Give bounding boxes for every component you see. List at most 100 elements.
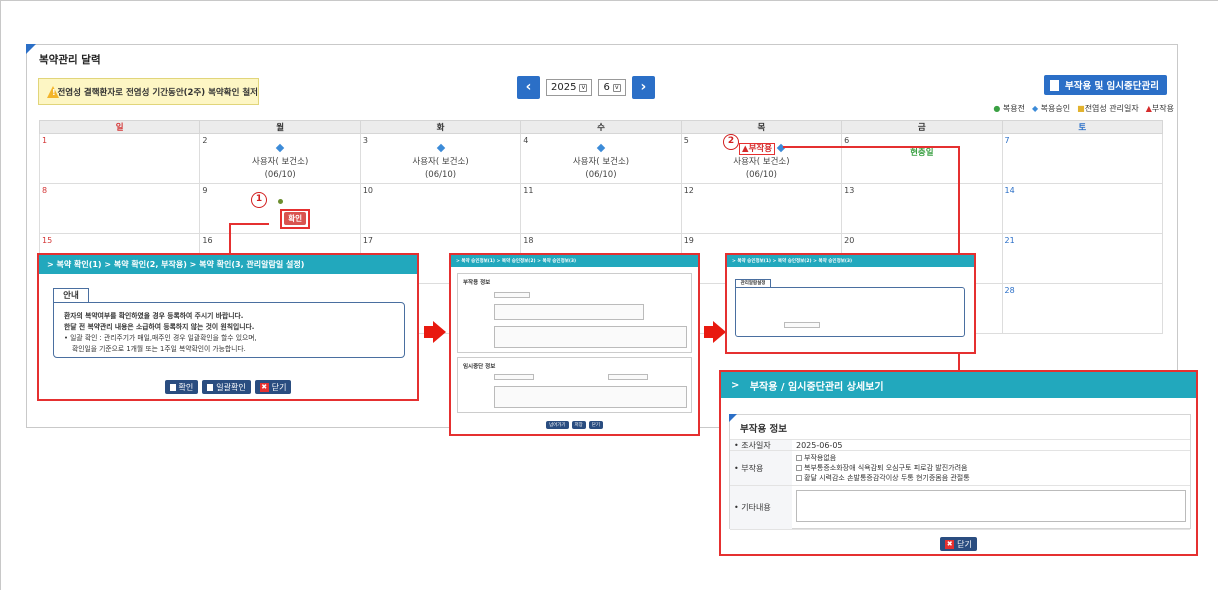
year-select[interactable]: 2025 v [546,79,593,96]
stop-start-field[interactable] [494,374,534,380]
month-value: 6 [603,82,610,93]
legend-item-before: ● 복용전 [993,104,1025,113]
side-effect-checkboxes[interactable] [494,304,644,320]
legend-item-side-effect: ▲부작용 [1145,104,1174,113]
etc-text-field[interactable] [494,326,687,348]
etc-textarea[interactable] [796,490,1186,522]
etc-row: • 기타내용 [730,486,1190,530]
section-title: 부작용 정보 [740,424,788,435]
approver-name: 사용자( 보건소) [733,157,790,167]
save-button[interactable]: 저장 [571,421,586,429]
alarm-setting-content [735,287,965,337]
chevron-down-icon: v [612,83,621,92]
survey-date-label: • 조사일자 [730,440,792,450]
day-number: 15 [42,236,53,245]
side-effect-detail-buttons: ✖ 닫기 [721,537,1196,551]
year-value: 2025 [551,82,577,93]
weekday-header: 토 [1001,120,1164,134]
approval-date: (06/10) [264,170,296,180]
calendar-day[interactable]: 21 [1001,233,1164,284]
weekday-header: 목 [680,120,843,134]
close-button[interactable]: ✖ 닫기 [940,537,977,551]
calendar-day[interactable]: 5 ▲부작용 사용자( 보건소) (06/10) [680,133,843,184]
calendar-day[interactable]: 8 [38,183,201,234]
calendar-day[interactable]: 3 사용자( 보건소) (06/10) [359,133,522,184]
calendar-day[interactable]: 2 사용자( 보건소) (06/10) [199,133,361,184]
side-effect-detail-title: 부작용 / 임시중단관리 상세보기 [749,381,884,393]
approved-icon [436,143,445,153]
calendar-day[interactable]: 14 [1001,183,1164,234]
side-effect-marker[interactable]: ▲부작용 [739,143,776,155]
day-number: 16 [202,236,213,245]
callout-1: 1 [251,192,267,208]
close-button[interactable]: 닫기 [588,421,604,429]
close-label: 닫기 [271,382,287,392]
checkbox[interactable] [796,465,802,471]
close-button[interactable]: ✖ 닫기 [254,380,292,394]
day-number: 13 [844,186,855,195]
checkbox[interactable] [796,455,802,461]
chevron-right-icon[interactable]: › [631,76,655,99]
day-number: 12 [683,186,694,195]
day-number: 10 [362,186,374,195]
day-number: 18 [523,236,534,245]
alarm-setting-panel: > 복약 승인정보(1) > 복약 승인정보(2) > 복약 승인정보(3) 관… [725,253,976,354]
approved-icon [275,143,285,153]
date-field[interactable] [494,292,530,298]
legend-label: 전염성 관리일자 [1084,104,1139,113]
calendar-day[interactable]: 6 현충일 [841,133,1003,184]
day-number: 20 [844,236,855,245]
guide-line: 확인일을 기준으로 1개월 또는 1주일 복약확인이 가능합니다. [72,345,246,353]
confirm-dialog-breadcrumb: > 복약 확인(1) > 복약 확인(2, 부작용) > 복약 확인(3, 관리… [39,255,417,274]
calendar-day[interactable]: 28 [1001,283,1164,334]
confirm-button[interactable]: 확인 [164,380,199,394]
bulk-confirm-button[interactable]: 일괄확인 [202,380,251,394]
day-number: 11 [523,186,534,195]
day-number: 21 [1004,236,1015,245]
document-icon [1049,79,1059,91]
section-title: 부작용 정보 [463,280,491,286]
chevron-left-icon[interactable]: ‹ [517,76,540,99]
calendar-day[interactable]: 4 사용자( 보건소) (06/10) [520,133,682,184]
side-effect-entry-buttons: 넘어가기 저장 닫기 [451,421,698,429]
connector-line [783,146,960,148]
confirm-tag[interactable]: 확인 [284,212,307,225]
approver-name: 사용자( 보건소) [572,157,630,167]
alarm-date-field[interactable] [784,322,820,328]
checkbox[interactable] [796,475,802,481]
guide-line: 환자의 복약여부를 확인하였을 경우 등록하여 주시기 바랍니다. [64,312,244,320]
confirm-dialog-panel: > 복약 확인(1) > 복약 확인(2, 부작용) > 복약 확인(3, 관리… [37,253,419,401]
flow-arrow-icon [704,321,726,343]
stop-note-field[interactable] [494,386,687,408]
day-number: 19 [683,236,694,245]
survey-date-row: • 조사일자 2025-06-05 [730,439,1190,451]
approval-date: (06/10) [424,170,457,180]
calendar-day[interactable]: 7 [1001,133,1164,184]
confirm-label: 확인 [178,382,194,392]
calendar-day[interactable]: 9 확인 [199,183,361,234]
connector-line [229,223,231,253]
option-text: 복부통증소화장애 식욕감퇴 오심구토 피로감 발진가려움 [804,464,968,472]
chevron-down-icon: v [579,83,588,92]
legend-item-approved: ◆ 복용승인 [1031,104,1071,113]
approved-icon [596,143,606,153]
title-corner-mark [26,44,36,54]
side-effect-management-button[interactable]: 부작용 및 임시중단관리 [1043,75,1167,95]
skip-button[interactable]: 넘어가기 [545,421,569,429]
calendar-day[interactable]: 1 [38,133,201,184]
tab-guide[interactable]: 안내 [53,288,89,303]
section-corner-mark [729,414,737,422]
calendar-day[interactable]: 13 [841,183,1003,234]
calendar-day[interactable]: 11 [520,183,682,234]
day-number: 1 [42,136,48,145]
flow-arrow-icon [424,321,446,343]
calendar-day[interactable]: 12 [680,183,843,234]
calendar-day[interactable]: 10 [359,183,522,234]
temporary-stop-section: 임시중단 정보 [457,357,692,413]
side-effect-management-label: 부작용 및 임시중단관리 [1064,81,1159,92]
month-select[interactable]: 6v [598,79,626,96]
day-number: 8 [42,186,48,195]
stop-end-field[interactable] [608,374,648,380]
side-effect-label: • 부작용 [730,451,792,485]
legend-label: 복용승인 [1040,104,1071,113]
